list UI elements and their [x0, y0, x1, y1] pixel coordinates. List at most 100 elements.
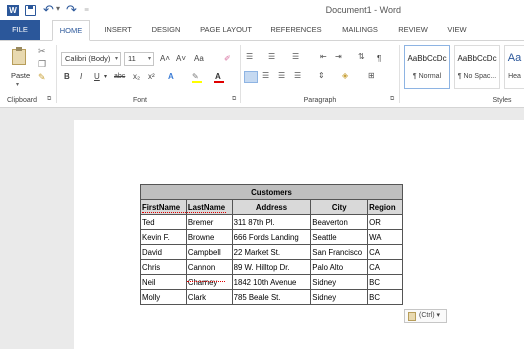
table-cell[interactable]: Ted [140, 214, 187, 230]
multilevel-list-icon[interactable]: ☰ [292, 52, 299, 61]
table-cell[interactable]: Neil [140, 274, 187, 290]
table-cell[interactable]: Browne [185, 229, 233, 245]
bullets-icon[interactable]: ☰ [246, 52, 253, 61]
cut-icon[interactable]: ✂ [38, 46, 46, 57]
tab-design[interactable]: DESIGN [146, 20, 186, 40]
clipboard-icon [408, 312, 416, 321]
strikethrough-button[interactable]: abc [114, 71, 125, 83]
justify-icon[interactable]: ☰ [294, 71, 301, 80]
table-cell[interactable]: WA [367, 229, 403, 245]
paste-options-button[interactable]: (Ctrl) ▾ [404, 309, 447, 323]
table-cell[interactable]: OR [367, 214, 403, 230]
font-size-box[interactable]: 11 ▾ [124, 52, 154, 66]
table-cell[interactable]: Campbell [185, 244, 233, 260]
table-header-cell[interactable]: Region [367, 199, 403, 215]
table-cell[interactable]: 89 W. Hilltop Dr. [231, 259, 312, 275]
align-left-icon[interactable] [244, 71, 258, 83]
font-name-value: Calibri (Body) [65, 54, 111, 63]
tab-view[interactable]: VIEW [440, 20, 474, 40]
table-cell[interactable]: BC [367, 289, 403, 305]
paste-icon[interactable] [12, 47, 26, 65]
paste-button[interactable]: Paste [11, 71, 30, 80]
change-case-button[interactable]: Aa [194, 53, 204, 65]
table-cell[interactable]: Bremer [185, 214, 233, 230]
tab-mailings[interactable]: MAILINGS [334, 20, 386, 40]
shrink-font-button[interactable]: A˅ [176, 53, 186, 65]
line-spacing-icon[interactable]: ⇕ [318, 71, 325, 80]
table-header-cell[interactable]: City [310, 199, 369, 215]
table-cell[interactable]: David [140, 244, 187, 260]
bold-button[interactable]: B [64, 71, 70, 83]
align-right-icon[interactable]: ☰ [278, 71, 285, 80]
table-cell[interactable]: BC [367, 274, 403, 290]
style-name: ¶ Normal [412, 73, 442, 80]
spelling-underline [187, 280, 225, 282]
superscript-button[interactable]: x² [148, 71, 155, 83]
table-cell[interactable]: 311 87th Pl. [231, 214, 312, 230]
format-painter-icon[interactable]: ✎ [38, 72, 46, 83]
align-center-icon[interactable]: ☰ [262, 71, 269, 80]
table-row: Ted Bremer 311 87th Pl. Beaverton OR [140, 214, 403, 230]
grow-font-button[interactable]: A˄ [160, 53, 170, 65]
table-row: Kevin F. Browne 666 Fords Landing Seattl… [140, 229, 403, 245]
tab-file[interactable]: FILE [0, 20, 40, 40]
style-heading1[interactable]: Aa Hea [504, 45, 524, 89]
table-cell[interactable]: Seattle [310, 229, 369, 245]
style-sample: AaBbCcDc [407, 54, 447, 63]
styles-group-label: Styles [492, 97, 512, 104]
table-cell[interactable]: Chris [140, 259, 187, 275]
table-row: Neil Charney 1842 10th Avenue Sidney BC [140, 274, 403, 290]
tab-references[interactable]: REFERENCES [266, 20, 326, 40]
text-effects-button[interactable]: A [168, 71, 174, 83]
subscript-button[interactable]: x₂ [133, 71, 140, 83]
table-row: Chris Cannon 89 W. Hilltop Dr. Palo Alto… [140, 259, 403, 275]
font-size-value: 11 [128, 54, 136, 63]
table-header-cell[interactable]: Address [231, 199, 312, 215]
table-cell[interactable]: 666 Fords Landing [231, 229, 312, 245]
underline-button[interactable]: U [94, 71, 100, 83]
table-cell[interactable]: Beaverton [310, 214, 369, 230]
table-cell[interactable]: Clark [185, 289, 233, 305]
increase-indent-icon[interactable]: ⇥ [335, 52, 342, 61]
underline-dropdown-icon[interactable]: ▾ [104, 71, 107, 83]
copy-icon[interactable]: ❐ [38, 59, 46, 70]
numbering-icon[interactable]: ☰ [268, 52, 275, 61]
paste-dropdown-icon[interactable]: ▾ [16, 81, 19, 88]
tab-home[interactable]: HOME [52, 20, 90, 41]
table-cell[interactable]: Sidney [310, 289, 369, 305]
clear-formatting-icon[interactable]: ✐ [224, 53, 231, 65]
italic-button[interactable]: I [80, 71, 82, 83]
table-cell[interactable]: Cannon [185, 259, 233, 275]
table-cell[interactable]: CA [367, 259, 403, 275]
table-cell[interactable]: Charney [185, 274, 233, 290]
decrease-indent-icon[interactable]: ⇤ [320, 52, 327, 61]
style-name: Hea [508, 73, 521, 80]
table-cell[interactable]: Kevin F. [140, 229, 187, 245]
style-no-spacing[interactable]: AaBbCcDc ¶ No Spac... [454, 45, 500, 89]
show-formatting-button[interactable]: ¶ [377, 53, 381, 65]
tab-insert[interactable]: INSERT [98, 20, 138, 40]
clipboard-launcher-icon[interactable]: ⧉ [47, 96, 51, 103]
table-cell[interactable]: Palo Alto [310, 259, 369, 275]
paragraph-launcher-icon[interactable]: ⧉ [390, 96, 394, 103]
borders-icon[interactable]: ⊞ [368, 71, 375, 80]
table-cell[interactable]: Sidney [310, 274, 369, 290]
chevron-down-icon[interactable]: ▾ [115, 53, 118, 65]
table-cell[interactable]: Molly [140, 289, 187, 305]
tab-page-layout[interactable]: PAGE LAYOUT [194, 20, 258, 40]
table-cell[interactable]: 785 Beale St. [231, 289, 312, 305]
font-launcher-icon[interactable]: ⧉ [232, 96, 236, 103]
table-cell[interactable]: San Francisco [310, 244, 369, 260]
style-normal[interactable]: AaBbCcDc ¶ Normal [404, 45, 450, 89]
sort-icon[interactable]: ⇅ [358, 52, 365, 61]
group-divider [399, 45, 400, 103]
shading-icon[interactable]: ◈ [342, 71, 348, 80]
table-cell[interactable]: 22 Market St. [231, 244, 312, 260]
tab-review[interactable]: REVIEW [394, 20, 432, 40]
table-cell[interactable]: CA [367, 244, 403, 260]
font-name-box[interactable]: Calibri (Body) ▾ [61, 52, 121, 66]
customers-table[interactable]: Customers FirstName LastName Address Cit… [140, 184, 403, 305]
table-cell[interactable]: 1842 10th Avenue [231, 274, 312, 290]
chevron-down-icon[interactable]: ▾ [148, 53, 151, 65]
document-title: Document1 - Word [325, 5, 401, 15]
